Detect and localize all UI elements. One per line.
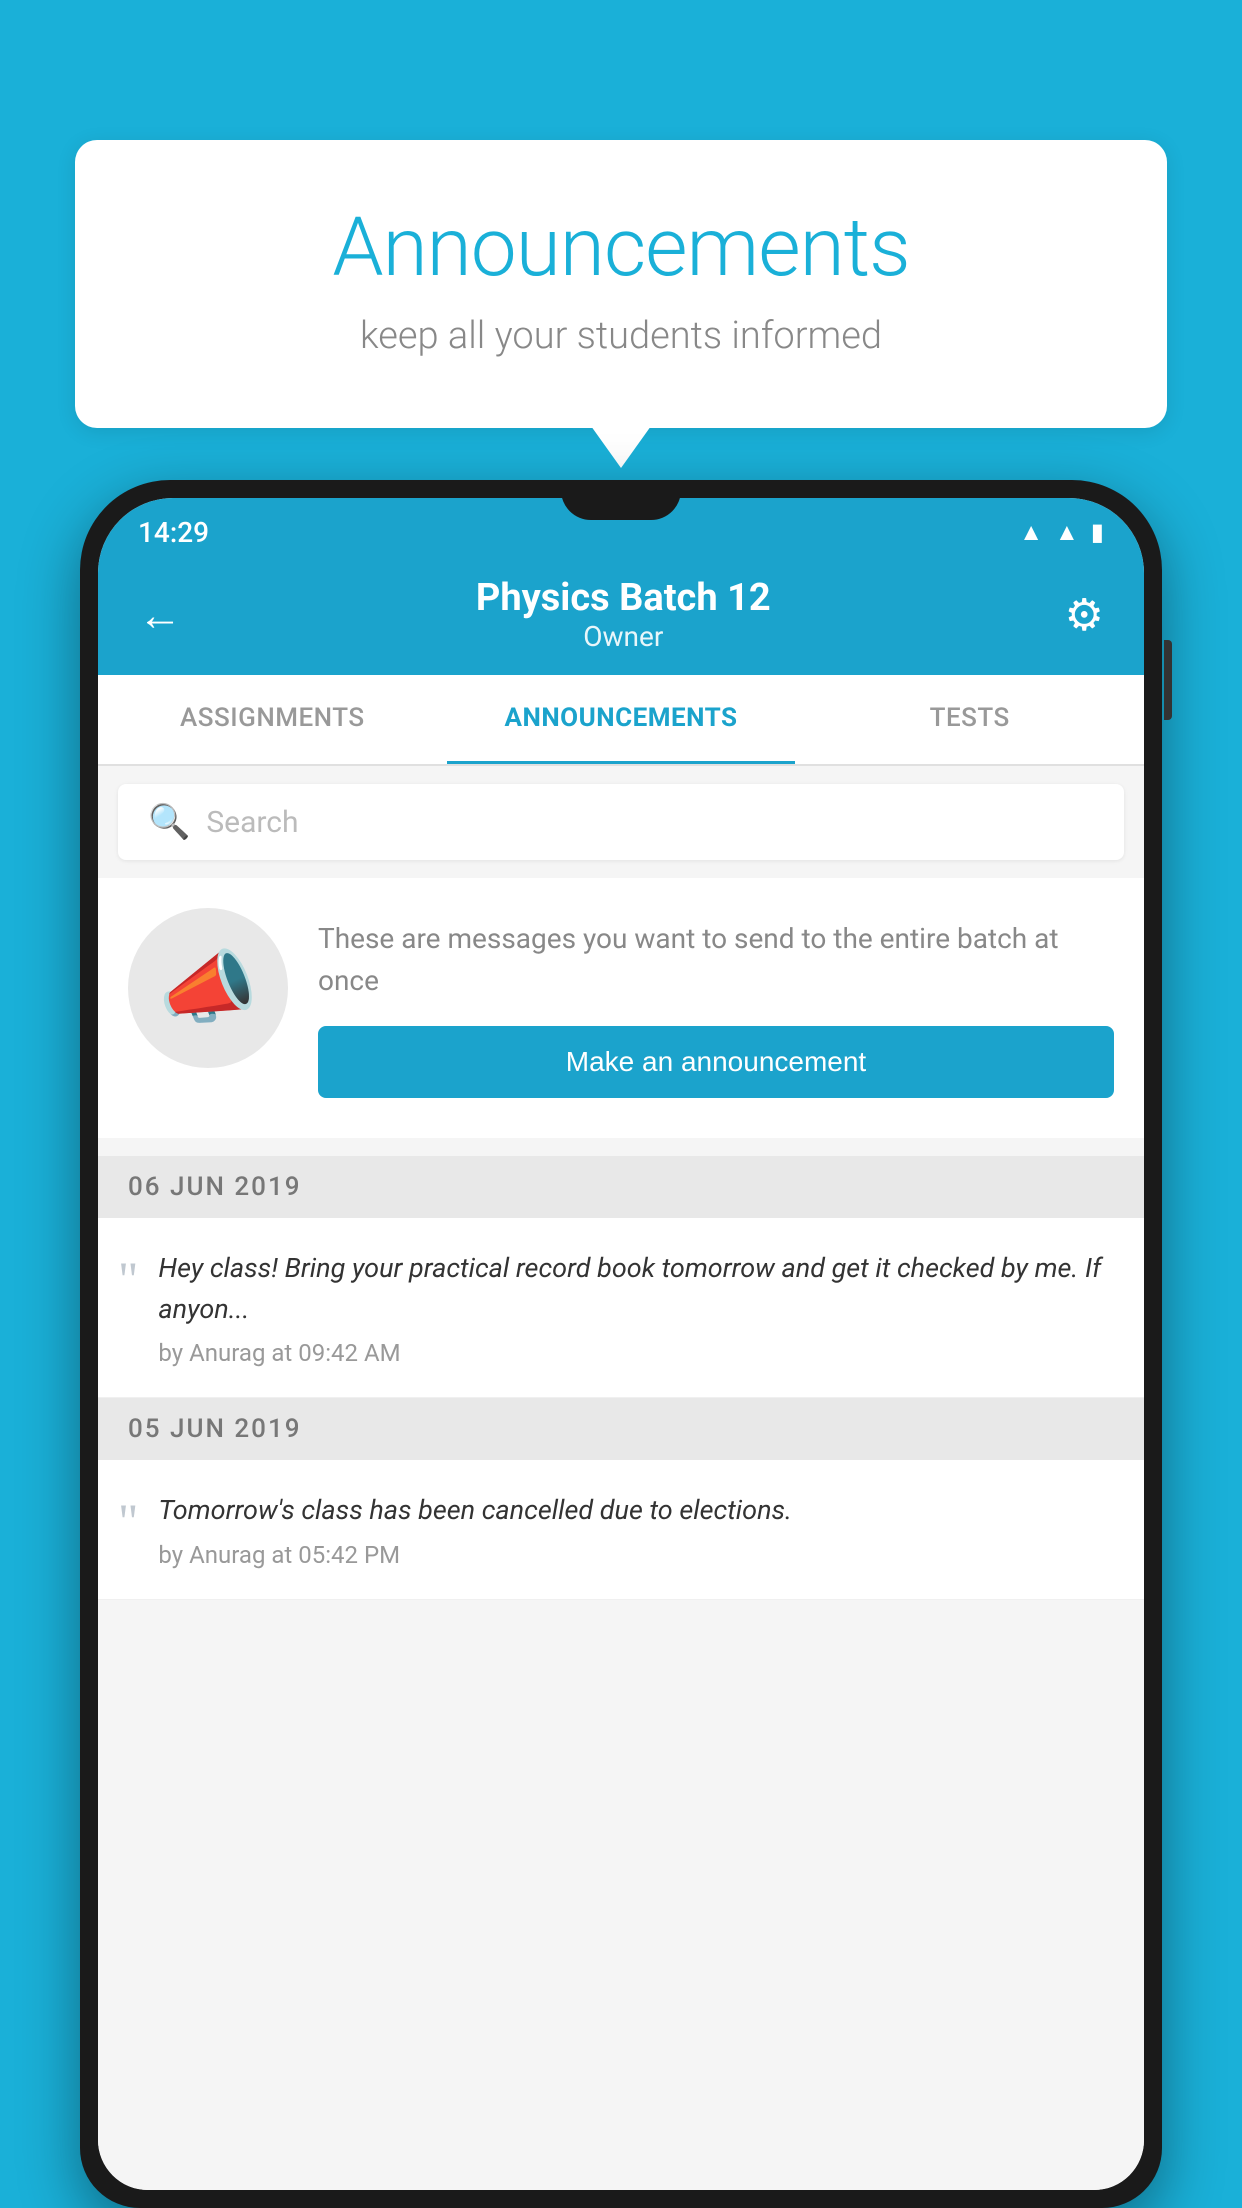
announcement-item-1[interactable]: " Hey class! Bring your practical record… <box>98 1218 1144 1398</box>
announcement-text-1: Hey class! Bring your practical record b… <box>158 1248 1114 1329</box>
promo-content: These are messages you want to send to t… <box>318 908 1114 1098</box>
status-icons: ▲ ▲ ▮ <box>1019 518 1104 547</box>
announcement-meta-2: by Anurag at 05:42 PM <box>158 1541 1114 1569</box>
announcement-content-2: Tomorrow's class has been cancelled due … <box>158 1490 1114 1569</box>
phone-screen: 14:29 ▲ ▲ ▮ ← Physics Batch 12 Owner ⚙ A… <box>98 498 1144 2190</box>
phone-frame: 14:29 ▲ ▲ ▮ ← Physics Batch 12 Owner ⚙ A… <box>80 480 1162 2208</box>
announcement-text-2: Tomorrow's class has been cancelled due … <box>158 1490 1114 1531</box>
settings-icon[interactable]: ⚙ <box>1065 589 1104 641</box>
speech-bubble-subtitle: keep all your students informed <box>155 314 1087 358</box>
promo-card: 📣 These are messages you want to send to… <box>98 878 1144 1138</box>
tab-announcements[interactable]: ANNOUNCEMENTS <box>447 675 796 764</box>
content-area: 🔍 Search 📣 These are messages you want t… <box>98 766 1144 2190</box>
signal-icon: ▲ <box>1055 518 1079 547</box>
promo-description: These are messages you want to send to t… <box>318 918 1114 1002</box>
wifi-icon: ▲ <box>1019 518 1043 547</box>
announcement-item-2[interactable]: " Tomorrow's class has been cancelled du… <box>98 1460 1144 1600</box>
speech-bubble-title: Announcements <box>155 200 1087 296</box>
quote-icon-2: " <box>118 1490 138 1546</box>
battery-icon: ▮ <box>1091 518 1104 546</box>
search-icon: 🔍 <box>148 802 190 842</box>
volume-button-right <box>1164 640 1172 720</box>
announcement-meta-1: by Anurag at 09:42 AM <box>158 1339 1114 1367</box>
make-announcement-button[interactable]: Make an announcement <box>318 1026 1114 1098</box>
phone-notch <box>561 480 681 520</box>
announcement-content-1: Hey class! Bring your practical record b… <box>158 1248 1114 1367</box>
tabs-bar: ASSIGNMENTS ANNOUNCEMENTS TESTS <box>98 675 1144 766</box>
tab-tests[interactable]: TESTS <box>795 675 1144 764</box>
date-separator-1: 06 JUN 2019 <box>98 1156 1144 1218</box>
speech-bubble: Announcements keep all your students inf… <box>75 140 1167 428</box>
header-center: Physics Batch 12 Owner <box>476 576 771 653</box>
megaphone-icon: 📣 <box>158 941 258 1035</box>
search-bar[interactable]: 🔍 Search <box>118 784 1124 860</box>
back-button[interactable]: ← <box>138 593 182 637</box>
search-input[interactable]: Search <box>206 805 298 840</box>
quote-icon-1: " <box>118 1248 138 1304</box>
header-subtitle: Owner <box>476 620 771 653</box>
status-time: 14:29 <box>138 516 209 549</box>
app-header: ← Physics Batch 12 Owner ⚙ <box>98 566 1144 675</box>
promo-icon-circle: 📣 <box>128 908 288 1068</box>
tab-assignments[interactable]: ASSIGNMENTS <box>98 675 447 764</box>
speech-bubble-container: Announcements keep all your students inf… <box>75 140 1167 428</box>
header-title: Physics Batch 12 <box>476 576 771 620</box>
date-separator-2: 05 JUN 2019 <box>98 1398 1144 1460</box>
